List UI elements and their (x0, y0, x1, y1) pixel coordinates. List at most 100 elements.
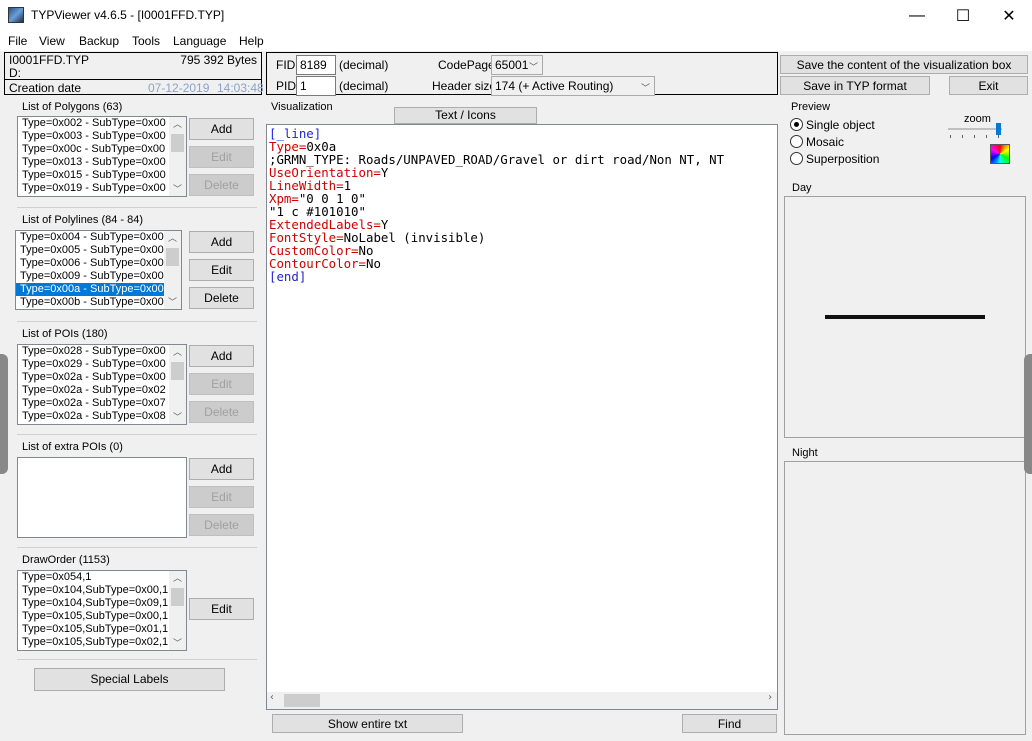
list-item[interactable]: Type=0x028 - SubType=0x00 (18, 345, 186, 358)
list-item[interactable]: Type=0x02a - SubType=0x08 (18, 410, 186, 423)
save-visualization-button[interactable]: Save the content of the visualization bo… (780, 55, 1028, 74)
delete-extra-poi-button[interactable]: Delete (189, 514, 254, 536)
list-item[interactable]: Type=0x015 - SubType=0x00 (18, 169, 186, 182)
menu-view[interactable]: View (39, 34, 65, 48)
chevron-up-icon[interactable]: ︿ (169, 345, 186, 359)
divider (5, 79, 261, 80)
list-item[interactable]: Type=0x00b - SubType=0x00 (16, 296, 181, 309)
codepage-select[interactable]: 65001 ﹀ (491, 55, 543, 75)
list-item[interactable]: Type=0x104,SubType=0x00,1 (18, 584, 186, 597)
superposition-radio[interactable] (790, 152, 803, 165)
header-size-select[interactable]: 174 (+ Active Routing) ﹀ (491, 76, 655, 96)
list-item[interactable]: Type=0x054,1 (18, 571, 186, 584)
pid-input[interactable]: 1 (296, 76, 336, 96)
list-item[interactable]: Type=0x005 - SubType=0x00 (16, 244, 181, 257)
exit-button[interactable]: Exit (949, 76, 1028, 95)
maximize-button[interactable]: ☐ (940, 0, 986, 31)
file-size: 795 392 Bytes (180, 53, 257, 67)
single-object-radio[interactable] (790, 118, 803, 131)
scrollbar-thumb[interactable] (171, 134, 184, 152)
list-item[interactable]: Type=0x02a - SubType=0x00 (18, 371, 186, 384)
list-item[interactable]: Type=0x029 - SubType=0x00 (18, 358, 186, 371)
menu-bar: File View Backup Tools Language Help (0, 31, 1032, 51)
delete-poi-button[interactable]: Delete (189, 401, 254, 423)
edit-poi-button[interactable]: Edit (189, 373, 254, 395)
special-labels-button[interactable]: Special Labels (34, 668, 225, 691)
edit-draworder-button[interactable]: Edit (189, 598, 254, 620)
scrollbar-thumb[interactable] (284, 694, 320, 707)
color-palette-icon[interactable] (990, 144, 1010, 164)
chevron-down-icon[interactable]: ﹀ (164, 295, 181, 309)
chevron-right-icon[interactable]: › (767, 692, 773, 703)
menu-backup[interactable]: Backup (79, 34, 119, 48)
chevron-down-icon[interactable]: ﹀ (169, 182, 186, 196)
horizontal-scrollbar[interactable]: ‹ › (267, 692, 777, 709)
draworder-list[interactable]: Type=0x054,1 Type=0x104,SubType=0x00,1 T… (17, 570, 187, 651)
zoom-slider[interactable] (948, 123, 1002, 138)
scrollbar-thumb[interactable] (166, 248, 179, 266)
list-item[interactable]: Type=0x002 - SubType=0x00 (18, 117, 186, 130)
pois-label: List of POIs (180) (22, 328, 108, 340)
save-typ-button[interactable]: Save in TYP format (780, 76, 930, 95)
list-item[interactable]: Type=0x105,SubType=0x00,1 (18, 610, 186, 623)
file-drive: D: (9, 66, 21, 80)
list-item[interactable]: Type=0x006 - SubType=0x00 (16, 257, 181, 270)
chevron-up-icon[interactable]: ︿ (164, 231, 181, 245)
list-item[interactable]: Type=0x104,SubType=0x09,1 (18, 597, 186, 610)
list-item[interactable]: Type=0x105,SubType=0x02,1 (18, 636, 186, 649)
fid-label: FID (276, 58, 296, 72)
menu-language[interactable]: Language (173, 34, 226, 48)
close-button[interactable]: ✕ (986, 0, 1032, 31)
list-item[interactable]: Type=0x02a - SubType=0x07 (18, 397, 186, 410)
slider-thumb[interactable] (996, 123, 1001, 135)
divider (17, 659, 257, 660)
list-item[interactable]: Type=0x019 - SubType=0x00 (18, 182, 186, 195)
edit-extra-poi-button[interactable]: Edit (189, 486, 254, 508)
scrollbar-thumb[interactable] (171, 588, 184, 606)
add-extra-poi-button[interactable]: Add (189, 458, 254, 480)
scrollbar[interactable]: ︿ ﹀ (169, 345, 186, 424)
add-polyline-button[interactable]: Add (189, 231, 254, 253)
delete-polyline-button[interactable]: Delete (189, 287, 254, 309)
list-item[interactable]: Type=0x02a - SubType=0x02 (18, 384, 186, 397)
polylines-list[interactable]: Type=0x004 - SubType=0x00 Type=0x005 - S… (15, 230, 182, 310)
edit-polygon-button[interactable]: Edit (189, 146, 254, 168)
polygons-list[interactable]: Type=0x002 - SubType=0x00 Type=0x003 - S… (17, 116, 187, 197)
scrollbar[interactable]: ︿ ﹀ (169, 571, 186, 650)
menu-help[interactable]: Help (239, 34, 264, 48)
mosaic-radio[interactable] (790, 135, 803, 148)
chevron-down-icon[interactable]: ﹀ (169, 410, 186, 424)
codepage-value: 65001 (495, 58, 529, 72)
typ-code-editor[interactable]: [_line] Type=0x0a ;GRMN_TYPE: Roads/UNPA… (266, 124, 778, 710)
minimize-button[interactable]: — (894, 0, 940, 31)
add-poi-button[interactable]: Add (189, 345, 254, 367)
chevron-left-icon[interactable]: ‹ (269, 692, 275, 703)
fid-input[interactable]: 8189 (296, 55, 336, 75)
right-collapse-handle[interactable] (1024, 354, 1032, 474)
list-item-selected[interactable]: Type=0x00a - SubType=0x00 (16, 283, 181, 296)
list-item[interactable]: Type=0x00c - SubType=0x00 (18, 143, 186, 156)
scrollbar-thumb[interactable] (171, 362, 184, 380)
delete-polygon-button[interactable]: Delete (189, 174, 254, 196)
extra-pois-list[interactable] (17, 457, 187, 538)
text-icons-button[interactable]: Text / Icons (394, 107, 537, 124)
list-item[interactable]: Type=0x105,SubType=0x01,1 (18, 623, 186, 636)
pois-list[interactable]: Type=0x028 - SubType=0x00 Type=0x029 - S… (17, 344, 187, 425)
edit-polyline-button[interactable]: Edit (189, 259, 254, 281)
show-entire-txt-button[interactable]: Show entire txt (272, 714, 463, 733)
chevron-down-icon[interactable]: ﹀ (169, 636, 186, 650)
left-collapse-handle[interactable] (0, 354, 8, 474)
list-item[interactable]: Type=0x013 - SubType=0x00 (18, 156, 186, 169)
visualization-label: Visualization (271, 101, 333, 113)
scrollbar[interactable]: ︿ ﹀ (169, 117, 186, 196)
add-polygon-button[interactable]: Add (189, 118, 254, 140)
list-item[interactable]: Type=0x009 - SubType=0x00 (16, 270, 181, 283)
chevron-up-icon[interactable]: ︿ (169, 117, 186, 131)
menu-file[interactable]: File (8, 34, 27, 48)
chevron-up-icon[interactable]: ︿ (169, 571, 186, 585)
find-button[interactable]: Find (682, 714, 777, 733)
list-item[interactable]: Type=0x003 - SubType=0x00 (18, 130, 186, 143)
scrollbar[interactable]: ︿ ﹀ (164, 231, 181, 309)
menu-tools[interactable]: Tools (132, 34, 160, 48)
list-item[interactable]: Type=0x004 - SubType=0x00 (16, 231, 181, 244)
